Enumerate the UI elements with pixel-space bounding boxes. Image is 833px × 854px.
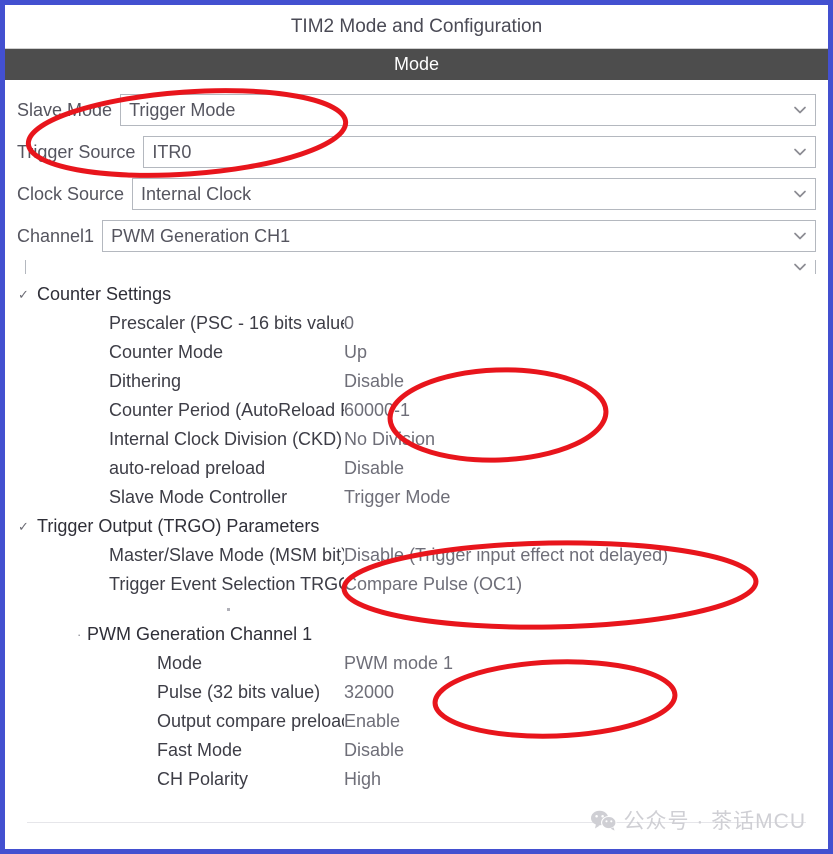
dropdown-next-clipped[interactable]: [25, 260, 816, 274]
param-value-trigger-event-selection: Compare Pulse (OC1): [344, 574, 523, 594]
param-name-auto-reload-preload: auto-reload preload: [109, 458, 266, 478]
param-row-dithering[interactable]: Dithering Disable: [15, 367, 816, 396]
watermark: 公众号 · 茶话MCU: [590, 805, 807, 835]
row-next-dropdown-clipped: [17, 260, 816, 274]
param-row-pulse[interactable]: Pulse (32 bits value) 32000: [15, 678, 816, 707]
param-value-slave-mode-controller: Trigger Mode: [344, 487, 451, 507]
param-name-counter-period: Counter Period (AutoReload Regi...: [109, 400, 344, 420]
param-row-pwm-mode[interactable]: Mode PWM mode 1: [15, 649, 816, 678]
param-name-prescaler: Prescaler (PSC - 16 bits value): [109, 313, 344, 333]
expander-checkmark-icon[interactable]: ✓: [15, 520, 32, 533]
param-row-output-compare-preload[interactable]: Output compare preload Enable: [15, 707, 816, 736]
param-value-dithering: Disable: [344, 371, 405, 391]
param-name-internal-clock-division: Internal Clock Division (CKD): [109, 429, 343, 449]
param-name-pwm-mode: Mode: [157, 653, 203, 673]
dropdown-channel1-value: PWM Generation CH1: [111, 225, 291, 246]
dropdown-clock-source-value: Internal Clock: [141, 183, 252, 204]
param-name-fast-mode: Fast Mode: [157, 740, 243, 760]
param-row-counter-period[interactable]: Counter Period (AutoReload Regi... 60000…: [15, 396, 816, 425]
mode-section-bar: Mode: [5, 49, 828, 80]
label-channel1: Channel1: [17, 225, 95, 246]
param-row-auto-reload-preload[interactable]: auto-reload preload Disable: [15, 454, 816, 483]
dropdown-clock-source[interactable]: Internal Clock: [132, 178, 816, 210]
wechat-icon: [590, 809, 617, 831]
param-row-ch-polarity[interactable]: CH Polarity High: [15, 765, 816, 794]
param-value-ch-polarity: High: [344, 769, 382, 789]
chevron-down-icon: [791, 260, 809, 274]
dropdown-slave-mode[interactable]: Trigger Mode: [120, 94, 816, 126]
param-value-counter-period: 60000-1: [344, 400, 411, 420]
param-name-master-slave-mode: Master/Slave Mode (MSM bit): [109, 545, 344, 565]
param-value-prescaler: 0: [344, 313, 355, 333]
dropdown-trigger-source-value: ITR0: [152, 141, 192, 162]
param-row-trigger-event-selection[interactable]: Trigger Event Selection TRGO Compare Pul…: [15, 570, 816, 599]
param-value-output-compare-preload: Enable: [344, 711, 401, 731]
dropdown-channel1[interactable]: PWM Generation CH1: [102, 220, 816, 252]
expander-checkmark-icon[interactable]: ✓: [15, 288, 32, 301]
window-title-bar: TIM2 Mode and Configuration: [5, 5, 828, 49]
param-row-master-slave-mode[interactable]: Master/Slave Mode (MSM bit) Disable (Tri…: [15, 541, 816, 570]
label-slave-mode: Slave Mode: [17, 99, 113, 120]
group-header-counter-settings[interactable]: ✓ Counter Settings: [15, 280, 816, 309]
parameter-tree: ✓ Counter Settings Prescaler (PSC - 16 b…: [5, 274, 828, 794]
tree-separator-dot: [15, 599, 816, 619]
group-header-pwm-generation-channel-1[interactable]: · PWM Generation Channel 1: [15, 619, 816, 649]
dropdown-slave-mode-value: Trigger Mode: [129, 99, 236, 120]
param-name-counter-mode: Counter Mode: [109, 342, 224, 362]
page-title: TIM2 Mode and Configuration: [290, 15, 543, 37]
window-inner: TIM2 Mode and Configuration Mode Slave M…: [5, 5, 828, 849]
group-title-counter-settings: Counter Settings: [37, 284, 172, 304]
param-value-internal-clock-division: No Division: [344, 429, 436, 449]
param-value-auto-reload-preload: Disable: [344, 458, 405, 478]
param-name-slave-mode-controller: Slave Mode Controller: [109, 487, 288, 507]
chevron-down-icon: [791, 143, 809, 161]
group-title-trigger-output: Trigger Output (TRGO) Parameters: [37, 516, 320, 536]
row-channel1: Channel1 PWM Generation CH1: [17, 218, 816, 254]
param-row-internal-clock-division[interactable]: Internal Clock Division (CKD) No Divisio…: [15, 425, 816, 454]
param-row-fast-mode[interactable]: Fast Mode Disable: [15, 736, 816, 765]
group-title-pwm-generation-channel-1: PWM Generation Channel 1: [87, 623, 313, 644]
label-trigger-source: Trigger Source: [17, 141, 136, 162]
label-clock-source: Clock Source: [17, 183, 125, 204]
param-name-output-compare-preload: Output compare preload: [157, 711, 344, 731]
param-value-master-slave-mode: Disable (Trigger input effect not delaye…: [344, 545, 669, 565]
mode-section-label: Mode: [393, 54, 440, 74]
param-value-fast-mode: Disable: [344, 740, 405, 760]
param-name-ch-polarity: CH Polarity: [157, 769, 249, 789]
param-row-slave-mode-controller[interactable]: Slave Mode Controller Trigger Mode: [15, 483, 816, 512]
chevron-down-icon: [791, 227, 809, 245]
dropdown-trigger-source[interactable]: ITR0: [143, 136, 816, 168]
row-clock-source: Clock Source Internal Clock: [17, 176, 816, 212]
param-value-pulse: 32000: [344, 682, 395, 702]
row-slave-mode: Slave Mode Trigger Mode: [17, 92, 816, 128]
tim2-configuration-window: TIM2 Mode and Configuration Mode Slave M…: [0, 0, 833, 854]
expander-dot-icon[interactable]: ·: [77, 628, 87, 641]
param-value-pwm-mode: PWM mode 1: [344, 653, 454, 673]
row-trigger-source: Trigger Source ITR0: [17, 134, 816, 170]
param-name-pulse: Pulse (32 bits value): [157, 682, 321, 702]
param-value-counter-mode: Up: [344, 342, 368, 362]
param-row-counter-mode[interactable]: Counter Mode Up: [15, 338, 816, 367]
param-name-trigger-event-selection: Trigger Event Selection TRGO: [109, 574, 344, 594]
chevron-down-icon: [791, 101, 809, 119]
mode-dropdown-area: Slave Mode Trigger Mode Trigger Source I…: [5, 80, 828, 274]
param-name-dithering: Dithering: [109, 371, 182, 391]
watermark-text: 公众号 · 茶话MCU: [623, 810, 806, 833]
group-header-trigger-output[interactable]: ✓ Trigger Output (TRGO) Parameters: [15, 512, 816, 541]
param-row-prescaler[interactable]: Prescaler (PSC - 16 bits value) 0: [15, 309, 816, 338]
chevron-down-icon: [791, 185, 809, 203]
